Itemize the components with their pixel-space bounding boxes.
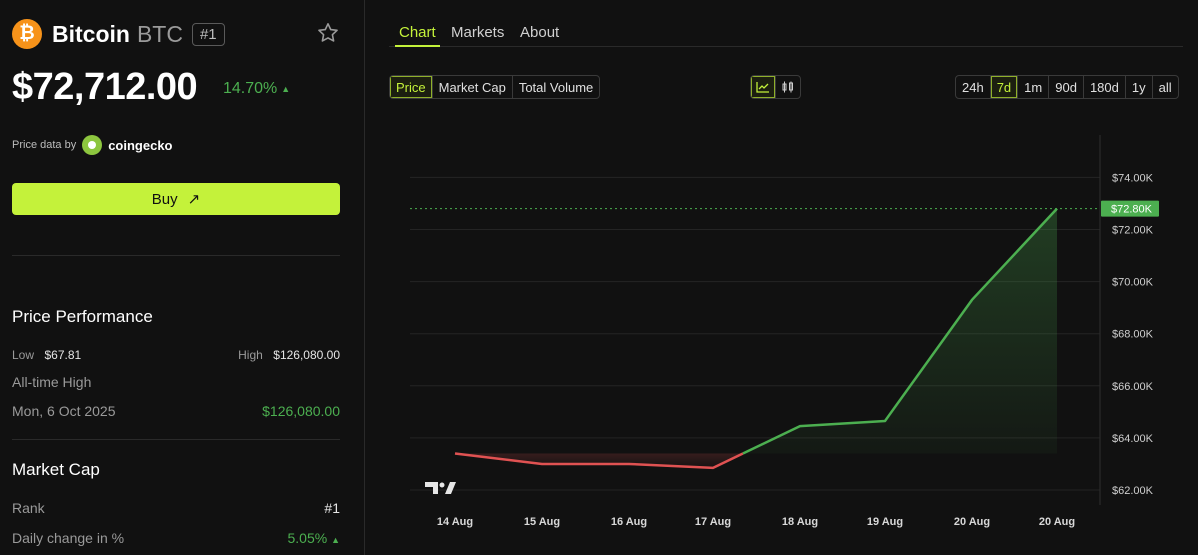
range-1m-button[interactable]: 1m [1018, 76, 1050, 98]
high-value: $126,080.00 [273, 348, 340, 362]
metric-market-cap-button[interactable]: Market Cap [433, 76, 513, 98]
range-24h-button[interactable]: 24h [956, 76, 991, 98]
tab-about[interactable]: About [520, 24, 559, 41]
daily-change-pct: 5.05% [287, 530, 328, 546]
high-label: High [238, 348, 263, 362]
metric-price-button[interactable]: Price [390, 76, 433, 98]
divider [12, 255, 340, 256]
candlestick-chart-icon[interactable] [776, 76, 800, 98]
buy-button[interactable]: Buy ↗ [12, 183, 340, 215]
daily-change-row: Daily change in % 5.05% ▲ [12, 530, 340, 546]
metric-toggle: Price Market Cap Total Volume [389, 75, 601, 99]
daily-change-label: Daily change in % [12, 530, 125, 546]
coin-symbol: BTC [136, 20, 183, 47]
ath-date: Mon, 6 Oct 2025 [12, 403, 116, 419]
tab-markets[interactable]: Markets [451, 24, 504, 41]
range-180d-button[interactable]: 180d [1084, 76, 1126, 98]
coin-name: Bitcoin [52, 20, 130, 47]
price-change: 14.70% ▲ [223, 80, 290, 98]
area-fill-down [455, 453, 743, 468]
x-tick-label: 19 Aug [867, 516, 903, 528]
current-price: $72,712.00 [12, 66, 198, 108]
rank-label: Rank [12, 500, 45, 516]
x-tick-label: 14 Aug [437, 516, 473, 528]
y-tick-label: $66.00K [1112, 381, 1154, 393]
ath-label: All-time High [12, 374, 92, 390]
ath-value: $126,080.00 [262, 403, 340, 419]
data-point [884, 420, 886, 422]
area-fill-up [742, 208, 1057, 454]
y-tick-label: $62.00K [1112, 485, 1154, 497]
coin-info-panel: ₿ Bitcoin BTC #1 $72,712.00 14.70% ▲ Pri… [0, 0, 365, 555]
x-tick-label: 20 Aug [954, 516, 990, 528]
y-tick-label: $68.00K [1112, 329, 1154, 341]
y-tick-label: $72.00K [1112, 225, 1154, 237]
buy-label: Buy [151, 190, 178, 208]
data-point [1056, 207, 1058, 209]
tradingview-logo-icon [425, 482, 456, 494]
data-point [799, 425, 801, 427]
rank-badge: #1 [191, 22, 225, 46]
arrow-up-right-icon: ↗ [187, 191, 201, 208]
coingecko-logo-icon[interactable] [82, 135, 103, 155]
rank-row: Rank #1 [12, 500, 340, 516]
price-data-label: Price data by [12, 139, 77, 151]
chart-type-toggle [750, 75, 801, 99]
data-point [541, 463, 543, 465]
bitcoin-logo-icon: ₿ [12, 19, 42, 49]
x-tick-label: 17 Aug [695, 516, 731, 528]
price-performance-title: Price Performance [12, 307, 153, 326]
range-90d-button[interactable]: 90d [1049, 76, 1084, 98]
x-tick-label: 20 Aug [1039, 516, 1075, 528]
x-tick-label: 16 Aug [611, 516, 647, 528]
current-price-tag-label: $72.80K [1111, 204, 1153, 216]
low-value: $67.81 [44, 348, 82, 362]
up-arrow-icon: ▲ [331, 535, 340, 545]
range-all-button[interactable]: all [1153, 76, 1178, 98]
low-label: Low [12, 348, 35, 362]
price-change-pct: 14.70% [223, 80, 278, 97]
market-cap-title: Market Cap [12, 460, 100, 479]
y-tick-label: $74.00K [1112, 172, 1154, 184]
low-high-row: Low $67.81 High $126,080.00 [12, 346, 340, 364]
range-7d-button[interactable]: 7d [990, 76, 1019, 98]
daily-change-value: 5.05% ▲ [287, 530, 340, 546]
y-tick-label: $70.00K [1112, 277, 1154, 289]
up-arrow-icon: ▲ [281, 84, 291, 94]
line-chart-icon[interactable] [751, 76, 776, 98]
data-point [628, 463, 630, 465]
tab-chart[interactable]: Chart [395, 24, 440, 47]
data-point [712, 467, 714, 469]
ath-label-row: All-time High [12, 374, 340, 390]
rank-value: #1 [324, 500, 340, 516]
divider [12, 439, 340, 440]
provider-name[interactable]: coingecko [108, 138, 172, 153]
range-1y-button[interactable]: 1y [1126, 76, 1153, 98]
data-point [971, 299, 973, 301]
x-tick-label: 18 Aug [782, 516, 818, 528]
coin-header: ₿ Bitcoin BTC #1 [12, 18, 225, 50]
star-icon[interactable] [316, 21, 340, 45]
ath-row: Mon, 6 Oct 2025 $126,080.00 [12, 403, 340, 419]
view-tabs: Chart Markets About [389, 0, 1183, 47]
y-tick-label: $64.00K [1112, 433, 1154, 445]
x-tick-label: 15 Aug [524, 516, 560, 528]
price-chart[interactable]: $62.00K $64.00K $66.00K $68.00K $70.00K $72.0… [365, 110, 1198, 550]
price-data-source: Price data by coingecko [12, 135, 173, 155]
data-point [454, 452, 456, 454]
time-range-toggle: 24h 7d 1m 90d 180d 1y all [955, 75, 1179, 99]
metric-total-volume-button[interactable]: Total Volume [513, 76, 599, 98]
